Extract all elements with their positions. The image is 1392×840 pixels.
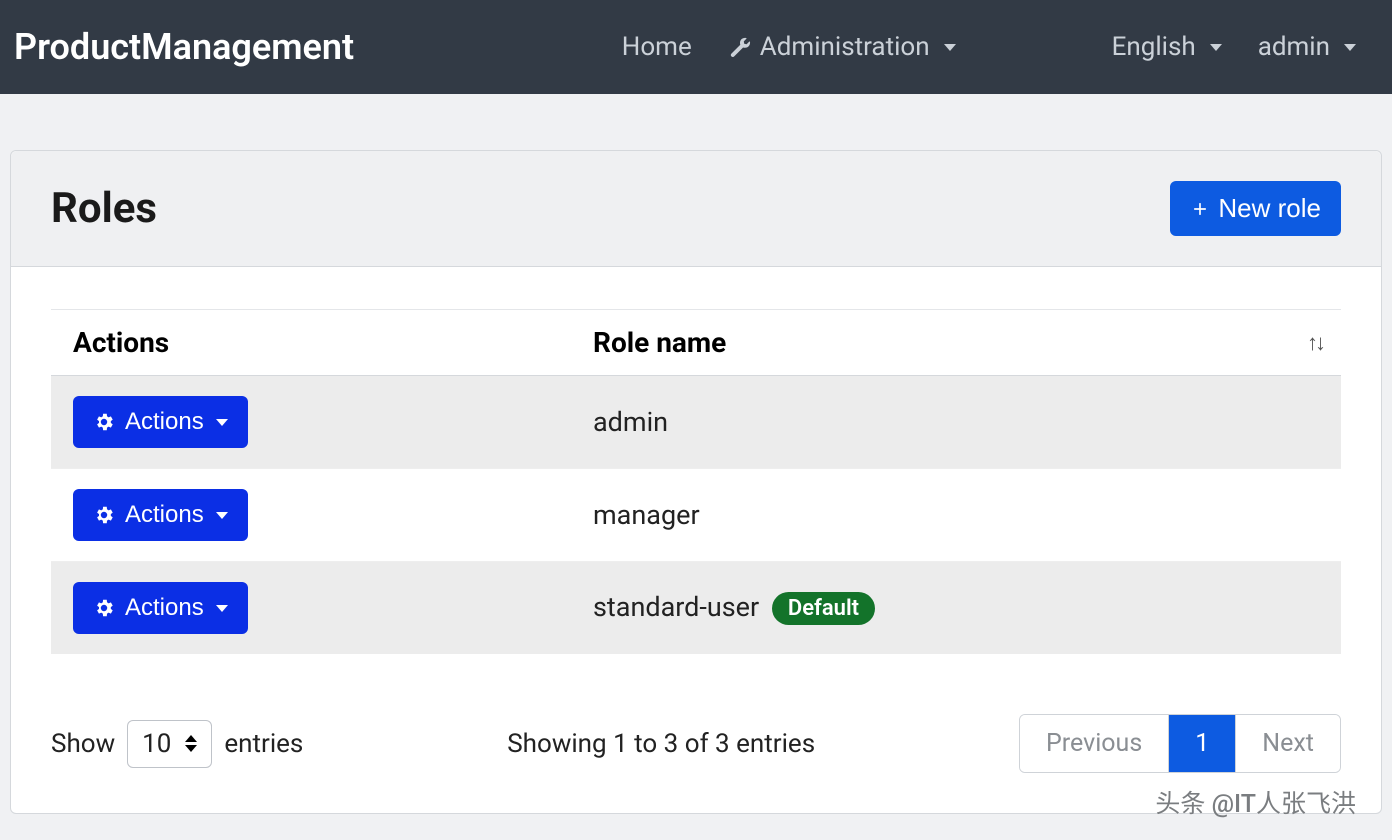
roles-table: Actions Role name ↑↓ Actionsadmin Action… <box>51 309 1341 654</box>
caret-down-icon <box>216 605 228 612</box>
role-name-cell: standard-user Default <box>571 562 1341 655</box>
column-role-name[interactable]: Role name ↑↓ <box>571 310 1341 376</box>
table-row: Actions admin <box>51 376 1341 469</box>
wrench-icon <box>728 35 752 59</box>
role-name-cell: admin <box>571 376 1341 469</box>
actions-label: Actions <box>125 408 204 436</box>
pagination: Previous 1 Next <box>1019 714 1341 773</box>
nav-administration[interactable]: Administration <box>710 32 974 62</box>
caret-down-icon <box>944 44 956 51</box>
new-role-label: New role <box>1218 193 1321 224</box>
roles-card: Roles New role Actions Role name ↑↓ Ac <box>10 150 1382 814</box>
new-role-button[interactable]: New role <box>1170 181 1341 236</box>
row-actions-button[interactable]: Actions <box>73 396 248 448</box>
page-title: Roles <box>51 184 157 233</box>
nav-home[interactable]: Home <box>604 32 710 62</box>
card-header: Roles New role <box>11 151 1381 267</box>
actions-label: Actions <box>125 594 204 622</box>
caret-down-icon <box>216 419 228 426</box>
role-name-cell: manager <box>571 469 1341 562</box>
nav-language[interactable]: English <box>1094 32 1240 62</box>
page-size-value: 10 <box>142 729 171 759</box>
page-size-select[interactable]: 10 <box>127 720 212 768</box>
table-info: Showing 1 to 3 of 3 entries <box>507 729 815 759</box>
nav-language-label: English <box>1112 32 1196 62</box>
nav-user[interactable]: admin <box>1240 32 1374 62</box>
table-footer: Show 10 entries Showing 1 to 3 of 3 entr… <box>51 714 1341 773</box>
next-button[interactable]: Next <box>1236 715 1340 772</box>
entries-label: entries <box>224 729 303 759</box>
table-row: Actions manager <box>51 469 1341 562</box>
nav-user-label: admin <box>1258 32 1330 62</box>
gear-icon <box>93 597 115 619</box>
nav-administration-label: Administration <box>760 32 930 62</box>
gear-icon <box>93 411 115 433</box>
caret-down-icon <box>1344 44 1356 51</box>
stepper-icon <box>185 735 197 752</box>
column-role-name-label: Role name <box>593 326 726 359</box>
plus-icon <box>1190 199 1210 219</box>
show-label: Show <box>51 729 115 759</box>
gear-icon <box>93 504 115 526</box>
page-1-button[interactable]: 1 <box>1169 715 1236 772</box>
prev-button[interactable]: Previous <box>1020 715 1169 772</box>
page-size-control: Show 10 entries <box>51 720 303 768</box>
brand[interactable]: ProductManagement <box>14 26 354 68</box>
navbar: ProductManagement Home Administration En… <box>0 0 1392 94</box>
default-badge: Default <box>772 592 875 625</box>
column-actions: Actions <box>51 310 571 376</box>
row-actions-button[interactable]: Actions <box>73 489 248 541</box>
caret-down-icon <box>216 512 228 519</box>
actions-label: Actions <box>125 501 204 529</box>
table-row: Actions standard-user Default <box>51 562 1341 655</box>
sort-icon: ↑↓ <box>1307 330 1323 356</box>
row-actions-button[interactable]: Actions <box>73 582 248 634</box>
caret-down-icon <box>1210 44 1222 51</box>
